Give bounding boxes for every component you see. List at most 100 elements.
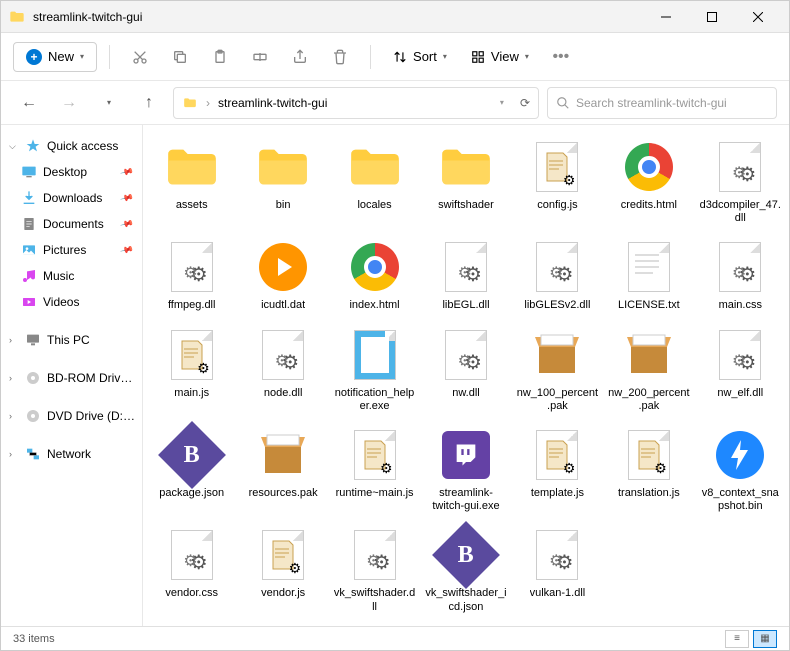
share-button[interactable]	[282, 39, 318, 75]
sidebar-desktop[interactable]: Desktop 📌	[1, 159, 142, 185]
icons-view-button[interactable]: ▦	[753, 630, 777, 648]
search-input[interactable]: Search streamlink-twitch-gui	[547, 87, 777, 119]
file-icon: ⚙⚙	[712, 139, 768, 195]
toolbar: + New ▾ Sort ▾ View ▾ •••	[1, 33, 789, 81]
sidebar-network[interactable]: › Network	[1, 441, 142, 467]
more-button[interactable]: •••	[543, 39, 579, 75]
file-item[interactable]: ⚙translation.js	[604, 421, 693, 519]
file-icon	[347, 139, 403, 195]
minimize-button[interactable]	[643, 1, 689, 33]
file-icon: ⚙	[255, 527, 311, 583]
file-label: assets	[176, 199, 208, 212]
file-item[interactable]: notification_helper.exe	[330, 321, 419, 419]
downloads-icon	[21, 190, 37, 206]
up-button[interactable]: ↑	[133, 87, 165, 119]
file-item[interactable]: resources.pak	[238, 421, 327, 519]
file-icon	[255, 427, 311, 483]
pc-icon	[25, 332, 41, 348]
sidebar-pictures[interactable]: Pictures 📌	[1, 237, 142, 263]
file-item[interactable]: nw_100_percent.pak	[513, 321, 602, 419]
file-item[interactable]: icudtl.dat	[238, 233, 327, 318]
file-item[interactable]: ⚙⚙ffmpeg.dll	[147, 233, 236, 318]
file-label: swiftshader	[438, 199, 494, 212]
file-item[interactable]: ⚙⚙vulkan-1.dll	[513, 521, 602, 619]
sort-icon	[393, 50, 407, 64]
file-item[interactable]: ⚙main.js	[147, 321, 236, 419]
file-item[interactable]: ⚙⚙ d3dcompiler_47.dll	[696, 133, 785, 231]
copy-button[interactable]	[162, 39, 198, 75]
file-label: d3dcompiler_47.dll	[699, 199, 781, 225]
sort-button[interactable]: Sort ▾	[383, 43, 457, 70]
file-item[interactable]: ⚙⚙node.dll	[238, 321, 327, 419]
file-item[interactable]: ⚙⚙vendor.css	[147, 521, 236, 619]
file-item[interactable]: ⚙ vendor.js	[238, 521, 327, 619]
file-icon: B	[438, 527, 494, 583]
statusbar: 33 items ≡ ▦	[1, 626, 789, 650]
file-item[interactable]: bin	[238, 133, 327, 231]
pictures-icon	[21, 242, 37, 258]
file-item[interactable]: ⚙⚙vk_swiftshader.dll	[330, 521, 419, 619]
maximize-button[interactable]	[689, 1, 735, 33]
refresh-button[interactable]: ⟳	[520, 96, 530, 110]
item-count: 33 items	[13, 633, 55, 645]
rename-button[interactable]	[242, 39, 278, 75]
file-item[interactable]: Bvk_swiftshader_icd.json	[421, 521, 510, 619]
sidebar-music[interactable]: Music	[1, 263, 142, 289]
file-icon: ⚙⚙	[438, 327, 494, 383]
videos-icon	[21, 294, 37, 310]
file-icon: ⚙⚙	[164, 239, 220, 295]
file-icon	[255, 239, 311, 295]
details-view-button[interactable]: ≡	[725, 630, 749, 648]
breadcrumb[interactable]: › streamlink-twitch-gui ▾ ⟳	[173, 87, 539, 119]
recent-button[interactable]: ▾	[93, 87, 125, 119]
file-item[interactable]: ⚙⚙main.css	[696, 233, 785, 318]
content: assets binlocales swiftshader ⚙config.js cre…	[143, 125, 789, 626]
new-button[interactable]: + New ▾	[13, 42, 97, 72]
file-item[interactable]: swiftshader	[421, 133, 510, 231]
file-icon: ⚙⚙	[529, 527, 585, 583]
sidebar-quick-access[interactable]: ⌵ Quick access	[1, 133, 142, 159]
file-icon	[529, 327, 585, 383]
file-item[interactable]: streamlink-twitch-gui.exe	[421, 421, 510, 519]
file-icon	[255, 139, 311, 195]
delete-button[interactable]	[322, 39, 358, 75]
close-button[interactable]	[735, 1, 781, 33]
file-item[interactable]: ⚙⚙nw.dll	[421, 321, 510, 419]
file-item[interactable]: ⚙⚙libEGL.dll	[421, 233, 510, 318]
view-button[interactable]: View ▾	[461, 43, 539, 70]
file-icon: ⚙	[347, 427, 403, 483]
file-item[interactable]: Bpackage.json	[147, 421, 236, 519]
file-label: runtime~main.js	[336, 487, 414, 500]
sidebar-videos[interactable]: Videos	[1, 289, 142, 315]
file-item[interactable]: ⚙template.js	[513, 421, 602, 519]
sidebar-dvd[interactable]: › DVD Drive (D:) CCCC	[1, 403, 142, 429]
file-label: vendor.js	[261, 587, 305, 600]
file-item[interactable]: ⚙⚙nw_elf.dll	[696, 321, 785, 419]
file-label: credits.html	[621, 199, 677, 212]
file-icon: ⚙⚙	[529, 239, 585, 295]
file-item[interactable]: index.html	[330, 233, 419, 318]
file-item[interactable]: LICENSE.txt	[604, 233, 693, 318]
file-item[interactable]: credits.html	[604, 133, 693, 231]
file-label: vendor.css	[165, 587, 218, 600]
back-button[interactable]: ←	[13, 87, 45, 119]
file-label: translation.js	[618, 487, 680, 500]
file-item[interactable]: v8_context_snapshot.bin	[696, 421, 785, 519]
file-item[interactable]: ⚙config.js	[513, 133, 602, 231]
cut-button[interactable]	[122, 39, 158, 75]
file-item[interactable]: ⚙ runtime~main.js	[330, 421, 419, 519]
paste-button[interactable]	[202, 39, 238, 75]
file-icon: ⚙⚙	[255, 327, 311, 383]
file-item[interactable]: locales	[330, 133, 419, 231]
file-icon: ⚙	[529, 139, 585, 195]
sidebar-downloads[interactable]: Downloads 📌	[1, 185, 142, 211]
file-item[interactable]: assets	[147, 133, 236, 231]
network-icon	[25, 446, 41, 462]
sidebar-bd-rom[interactable]: › BD-ROM Drive (E:) C	[1, 365, 142, 391]
file-item[interactable]: ⚙⚙libGLESv2.dll	[513, 233, 602, 318]
forward-button[interactable]: →	[53, 87, 85, 119]
file-item[interactable]: nw_200_percent.pak	[604, 321, 693, 419]
sidebar-documents[interactable]: Documents 📌	[1, 211, 142, 237]
file-label: icudtl.dat	[261, 299, 305, 312]
sidebar-this-pc[interactable]: › This PC	[1, 327, 142, 353]
